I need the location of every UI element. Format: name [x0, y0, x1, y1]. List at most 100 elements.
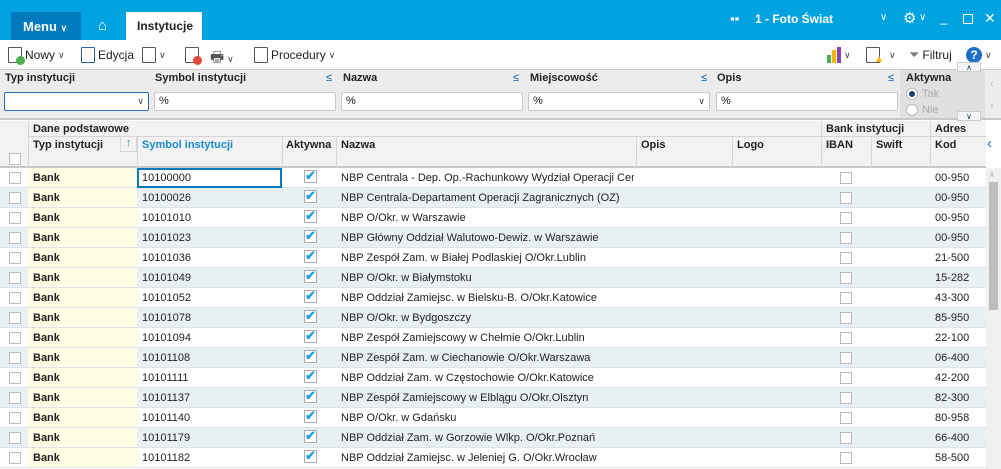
- select-all-checkbox[interactable]: [9, 153, 21, 165]
- preview-button[interactable]: ∨: [142, 47, 166, 63]
- row-checkbox[interactable]: [9, 312, 21, 324]
- row-checkbox[interactable]: [9, 392, 21, 404]
- table-row[interactable]: Bank 10101137 ✔ NBP Zespół Zamiejscowy w…: [0, 388, 986, 408]
- radio-tak[interactable]: Tak: [906, 88, 939, 100]
- column-header-opis[interactable]: Opis: [641, 139, 665, 151]
- cell-symbol[interactable]: 10101182: [142, 452, 190, 464]
- charts-button[interactable]: ∨: [827, 47, 851, 63]
- column-header-kod[interactable]: Kod: [935, 139, 956, 151]
- cell-symbol[interactable]: 10101049: [142, 272, 191, 284]
- chevron-down-icon[interactable]: ∨: [227, 54, 234, 65]
- iban-checkbox[interactable]: [840, 392, 852, 404]
- row-checkbox[interactable]: [9, 292, 21, 304]
- column-header-logo[interactable]: Logo: [737, 139, 764, 151]
- company-dropdown-icon[interactable]: ∨: [880, 12, 887, 23]
- chevron-down-icon[interactable]: ∨: [844, 50, 851, 61]
- chevron-down-icon[interactable]: ∨: [919, 12, 926, 23]
- cell-symbol[interactable]: 10101179: [142, 432, 190, 444]
- procedures-button[interactable]: Procedury ∨: [254, 47, 335, 63]
- cell-symbol[interactable]: 10101137: [142, 392, 190, 404]
- table-row[interactable]: Bank 10101052 ✔ NBP Oddział Zamiejsc. w …: [0, 288, 986, 308]
- chevron-down-icon[interactable]: ∨: [889, 50, 896, 61]
- miejscowosc-filter-select[interactable]: % ∨: [528, 92, 710, 111]
- row-checkbox[interactable]: [9, 452, 21, 464]
- home-tab[interactable]: ⌂: [85, 12, 120, 40]
- aktywna-checkbox-checked-icon[interactable]: ✔: [304, 429, 317, 443]
- aktywna-checkbox-checked-icon[interactable]: ✔: [304, 329, 317, 343]
- scrollbar-thumb[interactable]: [989, 182, 998, 310]
- aktywna-checkbox-checked-icon[interactable]: ✔: [304, 389, 317, 403]
- iban-checkbox[interactable]: [840, 252, 852, 264]
- column-header-nazwa[interactable]: Nazwa: [341, 139, 375, 151]
- iban-checkbox[interactable]: [840, 292, 852, 304]
- row-checkbox[interactable]: [9, 332, 21, 344]
- settings-warning-button[interactable]: ▲ ∨: [866, 47, 896, 65]
- cell-symbol[interactable]: 10101010: [142, 212, 191, 224]
- scroll-up-icon[interactable]: ∧: [989, 170, 995, 179]
- vertical-scrollbar[interactable]: ∧: [986, 168, 1001, 469]
- chevron-left-icon[interactable]: ‹: [990, 78, 994, 90]
- aktywna-checkbox-checked-icon[interactable]: ✔: [304, 289, 317, 303]
- scroll-up-icon[interactable]: ∧: [957, 62, 981, 72]
- table-row[interactable]: Bank 10101078 ✔ NBP O/Okr. w Bydgoszczy …: [0, 308, 986, 328]
- table-row[interactable]: Bank 10101140 ✔ NBP O/Okr. w Gdańsku 80-…: [0, 408, 986, 428]
- radio-nie[interactable]: Nie: [906, 104, 939, 116]
- chevron-down-icon[interactable]: ∨: [985, 50, 992, 61]
- cell-symbol[interactable]: 10100026: [142, 192, 191, 204]
- aktywna-checkbox-checked-icon[interactable]: ✔: [304, 409, 317, 423]
- close-icon[interactable]: ✕: [984, 10, 996, 27]
- table-row[interactable]: Bank 10100000 ✔ NBP Centrala - Dep. Op.-…: [0, 168, 986, 188]
- chevron-down-icon[interactable]: ∨: [159, 50, 166, 61]
- gear-icon[interactable]: ⚙: [903, 9, 916, 27]
- help-button[interactable]: ? ∨: [966, 47, 992, 63]
- row-checkbox[interactable]: [9, 172, 21, 184]
- iban-checkbox[interactable]: [840, 332, 852, 344]
- filter-button[interactable]: ⏷ Filtruj: [909, 47, 952, 63]
- less-equal-operator-icon[interactable]: ≤: [326, 72, 332, 84]
- table-row[interactable]: Bank 10101049 ✔ NBP O/Okr. w Białymstoku…: [0, 268, 986, 288]
- row-checkbox[interactable]: [9, 192, 21, 204]
- table-row[interactable]: Bank 10101179 ✔ NBP Oddział Zam. w Gorzo…: [0, 428, 986, 448]
- row-checkbox[interactable]: [9, 212, 21, 224]
- table-row[interactable]: Bank 10101023 ✔ NBP Główny Oddział Walut…: [0, 228, 986, 248]
- symbol-filter-input[interactable]: %: [154, 92, 336, 111]
- aktywna-checkbox-checked-icon[interactable]: ✔: [304, 209, 317, 223]
- less-equal-operator-icon[interactable]: ≤: [888, 72, 894, 84]
- maximize-icon[interactable]: [963, 14, 973, 24]
- nazwa-filter-input[interactable]: %: [341, 92, 523, 111]
- aktywna-checkbox-checked-icon[interactable]: ✔: [304, 189, 317, 203]
- aktywna-checkbox-checked-icon[interactable]: ✔: [304, 249, 317, 263]
- new-button[interactable]: Nowy ∨: [8, 47, 65, 65]
- row-checkbox[interactable]: [9, 412, 21, 424]
- iban-checkbox[interactable]: [840, 232, 852, 244]
- table-row[interactable]: Bank 10101108 ✔ NBP Zespół Zam. w Ciecha…: [0, 348, 986, 368]
- iban-checkbox[interactable]: [840, 312, 852, 324]
- cell-symbol[interactable]: 10101140: [142, 412, 190, 424]
- cell-symbol[interactable]: 10101036: [142, 252, 191, 264]
- table-row[interactable]: Bank 10101010 ✔ NBP O/Okr. w Warszawie 0…: [0, 208, 986, 228]
- chevron-left-icon[interactable]: ‹: [987, 135, 992, 152]
- less-equal-operator-icon[interactable]: ≤: [513, 72, 519, 84]
- delete-button[interactable]: [185, 47, 202, 65]
- chevron-right-icon[interactable]: ›: [990, 100, 994, 112]
- column-header-aktywna[interactable]: Aktywna: [286, 139, 331, 151]
- column-header-typ[interactable]: Typ instytucji: [33, 139, 103, 151]
- iban-checkbox[interactable]: [840, 172, 852, 184]
- iban-checkbox[interactable]: [840, 212, 852, 224]
- iban-checkbox[interactable]: [840, 272, 852, 284]
- chevron-down-icon[interactable]: ∨: [58, 50, 65, 61]
- row-checkbox[interactable]: [9, 372, 21, 384]
- table-row[interactable]: Bank 10101182 ✔ NBP Oddział Zamiejsc. w …: [0, 448, 986, 468]
- aktywna-checkbox-checked-icon[interactable]: ✔: [304, 309, 317, 323]
- row-checkbox[interactable]: [9, 432, 21, 444]
- cell-symbol[interactable]: 10101111: [142, 372, 189, 384]
- iban-checkbox[interactable]: [840, 352, 852, 364]
- company-selector[interactable]: 1 - Foto Świat: [755, 12, 833, 26]
- apps-grid-icon[interactable]: ▪▪: [730, 11, 739, 26]
- aktywna-checkbox-checked-icon[interactable]: ✔: [304, 349, 317, 363]
- table-row[interactable]: Bank 10101094 ✔ NBP Zespół Zamiejscowy w…: [0, 328, 986, 348]
- cell-symbol[interactable]: 10101094: [142, 332, 191, 344]
- column-header-swift[interactable]: Swift: [876, 139, 902, 151]
- sort-ascending-icon[interactable]: ↑: [120, 136, 137, 152]
- scroll-down-icon[interactable]: ∨: [957, 111, 981, 121]
